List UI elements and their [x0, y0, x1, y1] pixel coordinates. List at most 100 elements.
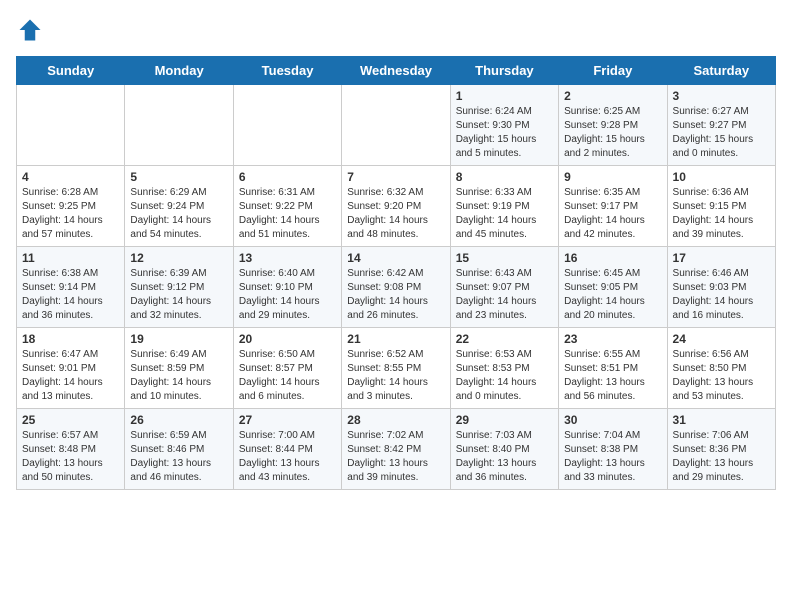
day-info: Sunrise: 6:49 AM Sunset: 8:59 PM Dayligh… — [130, 348, 227, 404]
calendar-cell: 4 Sunrise: 6:28 AM Sunset: 9:25 PM Daylig… — [17, 166, 125, 247]
calendar-cell: 11 Sunrise: 6:38 AM Sunset: 9:14 PM Dayli… — [17, 247, 125, 328]
weekday-header-sunday: Sunday — [17, 57, 125, 85]
calendar-cell — [125, 85, 233, 166]
logo — [16, 16, 48, 44]
weekday-header-row: SundayMondayTuesdayWednesdayThursdayFrid… — [17, 57, 776, 85]
calendar-cell: 9 Sunrise: 6:35 AM Sunset: 9:17 PM Daylig… — [559, 166, 667, 247]
calendar-cell: 7Sunrise: 6:32 AM Sunset: 9:20 PM Daylig… — [342, 166, 450, 247]
day-number: 2 — [564, 89, 661, 103]
day-info: Sunrise: 6:27 AM Sunset: 9:27 PM Dayligh… — [673, 105, 770, 161]
calendar-cell — [233, 85, 341, 166]
day-info: Sunrise: 6:36 AM Sunset: 9:15 PM Dayligh… — [673, 186, 770, 242]
day-info: Sunrise: 6:43 AM Sunset: 9:07 PM Dayligh… — [456, 267, 553, 323]
day-info: Sunrise: 6:53 AM Sunset: 8:53 PM Dayligh… — [456, 348, 553, 404]
calendar-cell: 29 Sunrise: 7:03 AM Sunset: 8:40 PM Dayli… — [450, 409, 558, 490]
day-number: 28 — [347, 413, 444, 427]
day-info: Sunrise: 6:33 AM Sunset: 9:19 PM Dayligh… — [456, 186, 553, 242]
day-info: Sunrise: 6:50 AM Sunset: 8:57 PM Dayligh… — [239, 348, 336, 404]
day-number: 12 — [130, 251, 227, 265]
day-info: Sunrise: 7:04 AM Sunset: 8:38 PM Dayligh… — [564, 429, 661, 485]
day-number: 8 — [456, 170, 553, 184]
day-info: Sunrise: 6:59 AM Sunset: 8:46 PM Dayligh… — [130, 429, 227, 485]
day-number: 27 — [239, 413, 336, 427]
logo-icon — [16, 16, 44, 44]
day-number: 1 — [456, 89, 553, 103]
weekday-header-saturday: Saturday — [667, 57, 775, 85]
day-info: Sunrise: 7:06 AM Sunset: 8:36 PM Dayligh… — [673, 429, 770, 485]
weekday-header-wednesday: Wednesday — [342, 57, 450, 85]
calendar-table: SundayMondayTuesdayWednesdayThursdayFrid… — [16, 56, 776, 490]
calendar-cell: 15 Sunrise: 6:43 AM Sunset: 9:07 PM Dayli… — [450, 247, 558, 328]
day-number: 4 — [22, 170, 119, 184]
day-info: Sunrise: 6:47 AM Sunset: 9:01 PM Dayligh… — [22, 348, 119, 404]
day-info: Sunrise: 6:56 AM Sunset: 8:50 PM Dayligh… — [673, 348, 770, 404]
day-number: 23 — [564, 332, 661, 346]
day-number: 26 — [130, 413, 227, 427]
calendar-cell: 13Sunrise: 6:40 AM Sunset: 9:10 PM Dayli… — [233, 247, 341, 328]
day-number: 29 — [456, 413, 553, 427]
day-number: 19 — [130, 332, 227, 346]
day-info: Sunrise: 6:55 AM Sunset: 8:51 PM Dayligh… — [564, 348, 661, 404]
day-number: 15 — [456, 251, 553, 265]
day-info: Sunrise: 6:32 AM Sunset: 9:20 PM Dayligh… — [347, 186, 444, 242]
day-number: 9 — [564, 170, 661, 184]
calendar-cell: 31 Sunrise: 7:06 AM Sunset: 8:36 PM Dayli… — [667, 409, 775, 490]
day-info: Sunrise: 6:28 AM Sunset: 9:25 PM Dayligh… — [22, 186, 119, 242]
calendar-cell: 17Sunrise: 6:46 AM Sunset: 9:03 PM Dayli… — [667, 247, 775, 328]
day-info: Sunrise: 6:31 AM Sunset: 9:22 PM Dayligh… — [239, 186, 336, 242]
day-number: 6 — [239, 170, 336, 184]
calendar-cell: 3 Sunrise: 6:27 AM Sunset: 9:27 PM Daylig… — [667, 85, 775, 166]
calendar-body: 1Sunrise: 6:24 AM Sunset: 9:30 PM Daylig… — [17, 85, 776, 490]
calendar-week-row: 4 Sunrise: 6:28 AM Sunset: 9:25 PM Daylig… — [17, 166, 776, 247]
calendar-cell — [17, 85, 125, 166]
day-info: Sunrise: 6:46 AM Sunset: 9:03 PM Dayligh… — [673, 267, 770, 323]
calendar-cell: 19 Sunrise: 6:49 AM Sunset: 8:59 PM Dayli… — [125, 328, 233, 409]
calendar-cell: 24 Sunrise: 6:56 AM Sunset: 8:50 PM Dayli… — [667, 328, 775, 409]
day-number: 22 — [456, 332, 553, 346]
day-number: 16 — [564, 251, 661, 265]
day-number: 31 — [673, 413, 770, 427]
calendar-cell: 16Sunrise: 6:45 AM Sunset: 9:05 PM Dayli… — [559, 247, 667, 328]
day-number: 5 — [130, 170, 227, 184]
calendar-week-row: 1Sunrise: 6:24 AM Sunset: 9:30 PM Daylig… — [17, 85, 776, 166]
calendar-header: SundayMondayTuesdayWednesdayThursdayFrid… — [17, 57, 776, 85]
day-info: Sunrise: 6:52 AM Sunset: 8:55 PM Dayligh… — [347, 348, 444, 404]
calendar-cell: 25 Sunrise: 6:57 AM Sunset: 8:48 PM Dayli… — [17, 409, 125, 490]
day-number: 20 — [239, 332, 336, 346]
day-number: 24 — [673, 332, 770, 346]
weekday-header-friday: Friday — [559, 57, 667, 85]
day-info: Sunrise: 6:42 AM Sunset: 9:08 PM Dayligh… — [347, 267, 444, 323]
calendar-cell: 27 Sunrise: 7:00 AM Sunset: 8:44 PM Dayli… — [233, 409, 341, 490]
day-number: 11 — [22, 251, 119, 265]
day-number: 30 — [564, 413, 661, 427]
day-info: Sunrise: 6:57 AM Sunset: 8:48 PM Dayligh… — [22, 429, 119, 485]
calendar-cell: 12 Sunrise: 6:39 AM Sunset: 9:12 PM Dayli… — [125, 247, 233, 328]
day-info: Sunrise: 6:38 AM Sunset: 9:14 PM Dayligh… — [22, 267, 119, 323]
calendar-week-row: 18 Sunrise: 6:47 AM Sunset: 9:01 PM Dayli… — [17, 328, 776, 409]
day-number: 25 — [22, 413, 119, 427]
day-info: Sunrise: 7:02 AM Sunset: 8:42 PM Dayligh… — [347, 429, 444, 485]
calendar-cell: 1Sunrise: 6:24 AM Sunset: 9:30 PM Daylig… — [450, 85, 558, 166]
calendar-cell: 21Sunrise: 6:52 AM Sunset: 8:55 PM Dayli… — [342, 328, 450, 409]
calendar-cell — [342, 85, 450, 166]
day-info: Sunrise: 6:39 AM Sunset: 9:12 PM Dayligh… — [130, 267, 227, 323]
day-info: Sunrise: 6:35 AM Sunset: 9:17 PM Dayligh… — [564, 186, 661, 242]
day-info: Sunrise: 6:25 AM Sunset: 9:28 PM Dayligh… — [564, 105, 661, 161]
day-number: 13 — [239, 251, 336, 265]
calendar-cell: 10 Sunrise: 6:36 AM Sunset: 9:15 PM Dayli… — [667, 166, 775, 247]
day-number: 10 — [673, 170, 770, 184]
calendar-cell: 14Sunrise: 6:42 AM Sunset: 9:08 PM Dayli… — [342, 247, 450, 328]
calendar-week-row: 25 Sunrise: 6:57 AM Sunset: 8:48 PM Dayli… — [17, 409, 776, 490]
calendar-cell: 22 Sunrise: 6:53 AM Sunset: 8:53 PM Dayli… — [450, 328, 558, 409]
day-info: Sunrise: 7:00 AM Sunset: 8:44 PM Dayligh… — [239, 429, 336, 485]
day-number: 3 — [673, 89, 770, 103]
calendar-cell: 8 Sunrise: 6:33 AM Sunset: 9:19 PM Daylig… — [450, 166, 558, 247]
day-info: Sunrise: 7:03 AM Sunset: 8:40 PM Dayligh… — [456, 429, 553, 485]
weekday-header-tuesday: Tuesday — [233, 57, 341, 85]
calendar-cell: 28 Sunrise: 7:02 AM Sunset: 8:42 PM Dayli… — [342, 409, 450, 490]
calendar-cell: 5Sunrise: 6:29 AM Sunset: 9:24 PM Daylig… — [125, 166, 233, 247]
calendar-cell: 26 Sunrise: 6:59 AM Sunset: 8:46 PM Dayli… — [125, 409, 233, 490]
calendar-cell: 20 Sunrise: 6:50 AM Sunset: 8:57 PM Dayli… — [233, 328, 341, 409]
calendar-cell: 2 Sunrise: 6:25 AM Sunset: 9:28 PM Daylig… — [559, 85, 667, 166]
day-number: 18 — [22, 332, 119, 346]
